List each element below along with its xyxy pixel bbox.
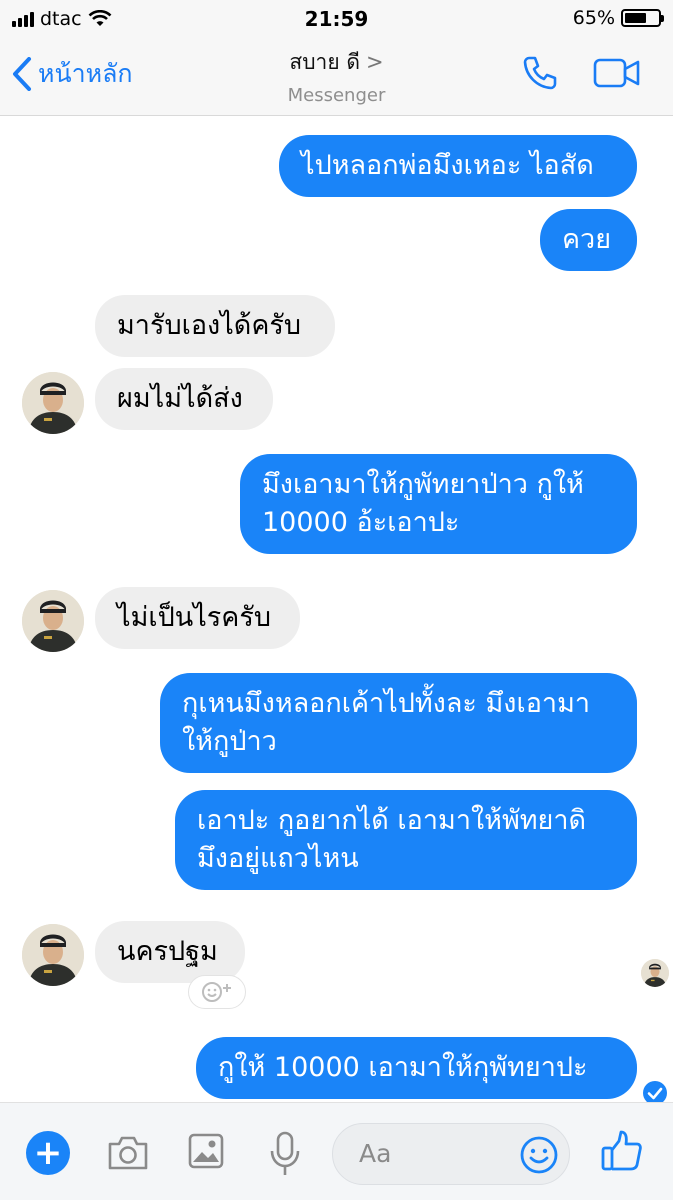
video-camera-icon[interactable] <box>593 57 641 89</box>
message-outgoing[interactable]: ไปหลอกพ่อมึงเหอะ ไอสัด <box>279 135 637 197</box>
contact-avatar[interactable] <box>22 924 84 986</box>
message-outgoing[interactable]: มึงเอามาให้กูพัทยาป่าว กูให้ 10000 อ้ะเอ… <box>240 454 637 554</box>
chevron-right-icon: > <box>365 50 384 74</box>
seen-avatar <box>641 959 669 987</box>
message-outgoing[interactable]: กูให้ 10000 เอามาให้กุพัทยาปะ <box>196 1037 637 1099</box>
phone-icon[interactable] <box>521 54 559 92</box>
status-bar: dtac 21:59 65% <box>0 0 673 40</box>
reaction-smiley-icon <box>202 982 231 1002</box>
message-incoming[interactable]: นครปฐม <box>95 921 245 983</box>
battery-icon <box>621 9 664 27</box>
contact-avatar[interactable] <box>22 590 84 652</box>
message-incoming[interactable]: ไม่เป็นไรครับ <box>95 587 300 649</box>
message-line: มึงอยู่แถวไหน <box>197 843 359 874</box>
header-actions <box>521 54 641 92</box>
message-line: 10000 อ้ะเอาปะ <box>262 507 460 538</box>
add-reaction-button[interactable] <box>188 975 246 1009</box>
message-incoming[interactable]: มารับเองได้ครับ <box>95 295 335 357</box>
message-outgoing[interactable]: เอาปะ กูอยากได้ เอามาให้พัทยาดิ มึงอยู่แ… <box>175 790 637 890</box>
message-input-placeholder: Aa <box>359 1139 392 1168</box>
composer-bar: + Aa <box>0 1102 673 1200</box>
message-line: กุเหนมึงหลอกเค้าไปทั้งละ มึงเอามา <box>182 688 591 719</box>
chat-header: หน้าหลัก สบาย ดี > Messenger <box>0 40 673 116</box>
camera-icon[interactable] <box>106 1135 150 1171</box>
microphone-icon[interactable] <box>268 1131 302 1177</box>
message-line: ให้กูป่าว <box>182 726 277 757</box>
thumbs-up-icon[interactable] <box>600 1129 644 1173</box>
emoji-icon[interactable] <box>519 1135 559 1175</box>
plus-icon[interactable]: + <box>26 1131 70 1175</box>
battery-level <box>625 13 646 23</box>
status-right: 65% <box>572 7 664 29</box>
photo-icon[interactable] <box>188 1133 224 1169</box>
message-line: เอาปะ กูอยากได้ เอามาให้พัทยาดิ <box>197 805 587 836</box>
message-outgoing[interactable]: กุเหนมึงหลอกเค้าไปทั้งละ มึงเอามา ให้กูป… <box>160 673 637 773</box>
message-incoming[interactable]: ผมไม่ได้ส่ง <box>95 368 273 430</box>
message-line: มึงเอามาให้กูพัทยาป่าว กูให้ <box>262 469 584 500</box>
message-list[interactable]: ไปหลอกพ่อมึงเหอะ ไอสัด ควย มารับเองได้คร… <box>0 117 673 1105</box>
message-outgoing[interactable]: ควย <box>540 209 637 271</box>
battery-percent: 65% <box>572 7 615 29</box>
contact-avatar[interactable] <box>22 372 84 434</box>
